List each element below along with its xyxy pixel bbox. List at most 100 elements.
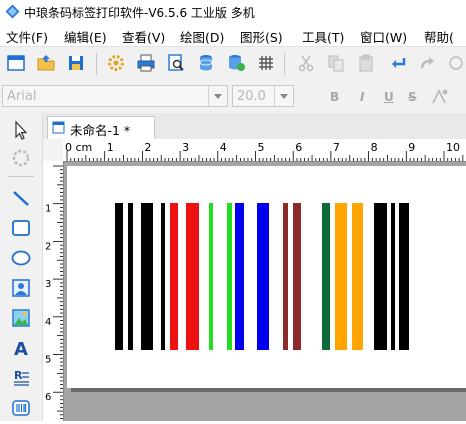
font-family-value: Arial bbox=[7, 89, 37, 104]
ruler-unit-label: 0 cm bbox=[65, 141, 92, 154]
save-icon[interactable] bbox=[66, 53, 86, 73]
barcode-bar bbox=[115, 203, 123, 350]
main-toolbar bbox=[0, 46, 466, 82]
barcode-bar bbox=[209, 203, 213, 350]
ruler-label: 5 bbox=[45, 355, 51, 366]
barcode-bar bbox=[128, 203, 133, 350]
text-tool-icon[interactable]: A bbox=[10, 337, 32, 359]
image-tool-icon[interactable] bbox=[10, 277, 32, 299]
copy-icon[interactable] bbox=[326, 53, 346, 73]
ellipse-tool-icon[interactable] bbox=[10, 247, 32, 269]
document-icon bbox=[52, 121, 65, 134]
ruler-label: 10 bbox=[446, 141, 460, 154]
menu-shape[interactable]: 图形(S) bbox=[240, 27, 283, 46]
text-style-icon[interactable] bbox=[430, 87, 450, 107]
strikethrough-button[interactable]: S bbox=[408, 90, 417, 104]
picture-tool-icon[interactable] bbox=[10, 307, 32, 329]
horizontal-ruler: 0 cm 1 2 3 4 5 6 7 8 9 10 bbox=[43, 139, 466, 162]
undo-icon[interactable] bbox=[388, 53, 408, 73]
menu-window[interactable]: 窗口(W) bbox=[360, 27, 407, 46]
barcode-bar bbox=[170, 203, 178, 350]
document-tab-bar: 未命名-1 * bbox=[43, 113, 466, 139]
ruler-label: 8 bbox=[371, 141, 378, 154]
ruler-label: 3 bbox=[182, 141, 189, 154]
ruler-label: 9 bbox=[408, 141, 415, 154]
redo-icon[interactable] bbox=[418, 53, 438, 73]
menu-help[interactable]: 帮助( bbox=[424, 27, 454, 46]
barcode-bar bbox=[257, 203, 269, 350]
toolbar-separator bbox=[96, 53, 97, 75]
ruler-label: 6 bbox=[295, 141, 302, 154]
line-tool-icon[interactable] bbox=[10, 187, 32, 209]
toolbar-separator bbox=[8, 176, 34, 177]
vertical-ruler: 1 2 3 4 5 6 bbox=[43, 161, 64, 421]
horizontal-ruler-scale: 0 cm 1 2 3 4 5 6 7 8 9 10 bbox=[65, 141, 464, 161]
barcode-bar bbox=[335, 203, 347, 350]
svg-text:R: R bbox=[14, 369, 23, 382]
title-bar: 中琅条码标签打印软件-V6.5.6 工业版 多机 bbox=[0, 0, 466, 24]
new-document-icon[interactable] bbox=[6, 53, 26, 73]
format-toolbar: Arial 20.0 B I U S bbox=[0, 81, 466, 114]
open-folder-icon[interactable] bbox=[36, 53, 56, 73]
document-tab[interactable]: 未命名-1 * bbox=[47, 116, 155, 139]
ruler-corner bbox=[43, 139, 63, 161]
menu-edit[interactable]: 编辑(E) bbox=[64, 27, 107, 46]
chevron-down-icon[interactable] bbox=[208, 86, 227, 106]
color-barcode[interactable] bbox=[67, 166, 466, 388]
chevron-down-icon[interactable] bbox=[274, 86, 293, 106]
database-settings-icon[interactable] bbox=[226, 53, 246, 73]
barcode-bar bbox=[161, 203, 165, 350]
app-icon bbox=[5, 4, 20, 19]
barcode-bar bbox=[141, 203, 153, 350]
settings-gear-icon[interactable] bbox=[106, 53, 126, 73]
ruler-label: 1 bbox=[107, 141, 114, 154]
toolbar-more-icon[interactable] bbox=[446, 53, 466, 73]
select-pointer-icon[interactable] bbox=[10, 119, 32, 141]
menu-tools[interactable]: 工具(T) bbox=[302, 27, 344, 46]
cut-icon[interactable] bbox=[296, 53, 316, 73]
italic-button[interactable]: I bbox=[360, 90, 364, 104]
ruler-label: 2 bbox=[144, 141, 151, 154]
toolbar-separator bbox=[284, 53, 285, 75]
ruler-label: 6 bbox=[45, 392, 51, 403]
ruler-label: 4 bbox=[45, 317, 51, 328]
barcode-bar bbox=[235, 203, 244, 350]
menu-view[interactable]: 查看(V) bbox=[122, 27, 165, 46]
print-icon[interactable] bbox=[136, 53, 156, 73]
paste-icon[interactable] bbox=[356, 53, 376, 73]
ruler-label: 5 bbox=[258, 141, 265, 154]
barcode-bar bbox=[352, 203, 363, 350]
barcode-bar bbox=[293, 203, 301, 350]
menu-bar: 文件(F) 编辑(E) 查看(V) 绘图(D) 图形(S) 工具(T) 窗口(W… bbox=[0, 24, 466, 46]
vertical-ruler-scale: 1 2 3 4 5 6 bbox=[45, 165, 63, 419]
document-tab-label: 未命名-1 * bbox=[70, 123, 131, 138]
underline-button[interactable]: U bbox=[384, 90, 394, 104]
window-title: 中琅条码标签打印软件-V6.5.6 工业版 多机 bbox=[24, 6, 255, 20]
label-canvas[interactable] bbox=[67, 166, 466, 388]
rectangle-tool-icon[interactable] bbox=[10, 217, 32, 239]
menu-draw[interactable]: 绘图(D) bbox=[180, 27, 224, 46]
svg-text:A: A bbox=[14, 339, 28, 359]
font-family-select[interactable]: Arial bbox=[2, 85, 228, 107]
menu-file[interactable]: 文件(F) bbox=[6, 27, 48, 46]
bold-button[interactable]: B bbox=[330, 90, 339, 104]
barcode-bar bbox=[399, 203, 409, 350]
print-preview-icon[interactable] bbox=[166, 53, 186, 73]
rotate-tool-icon[interactable] bbox=[10, 147, 32, 169]
rich-text-tool-icon[interactable]: R bbox=[10, 367, 32, 389]
barcode-bar bbox=[322, 203, 330, 350]
drawing-toolbar: A R bbox=[0, 113, 43, 421]
ruler-label: 7 bbox=[333, 141, 340, 154]
font-size-value: 20.0 bbox=[237, 89, 266, 104]
ruler-label: 2 bbox=[45, 241, 51, 252]
barcode-bar bbox=[283, 203, 288, 350]
database-icon[interactable] bbox=[196, 53, 216, 73]
barcode-bar bbox=[227, 203, 232, 350]
grid-icon[interactable] bbox=[256, 53, 276, 73]
barcode-bar bbox=[391, 203, 395, 350]
font-size-select[interactable]: 20.0 bbox=[232, 85, 294, 107]
barcode-bar bbox=[186, 203, 199, 350]
ruler-label: 3 bbox=[45, 279, 51, 290]
barcode-bar bbox=[374, 203, 387, 350]
barcode-tool-icon[interactable] bbox=[10, 397, 32, 419]
